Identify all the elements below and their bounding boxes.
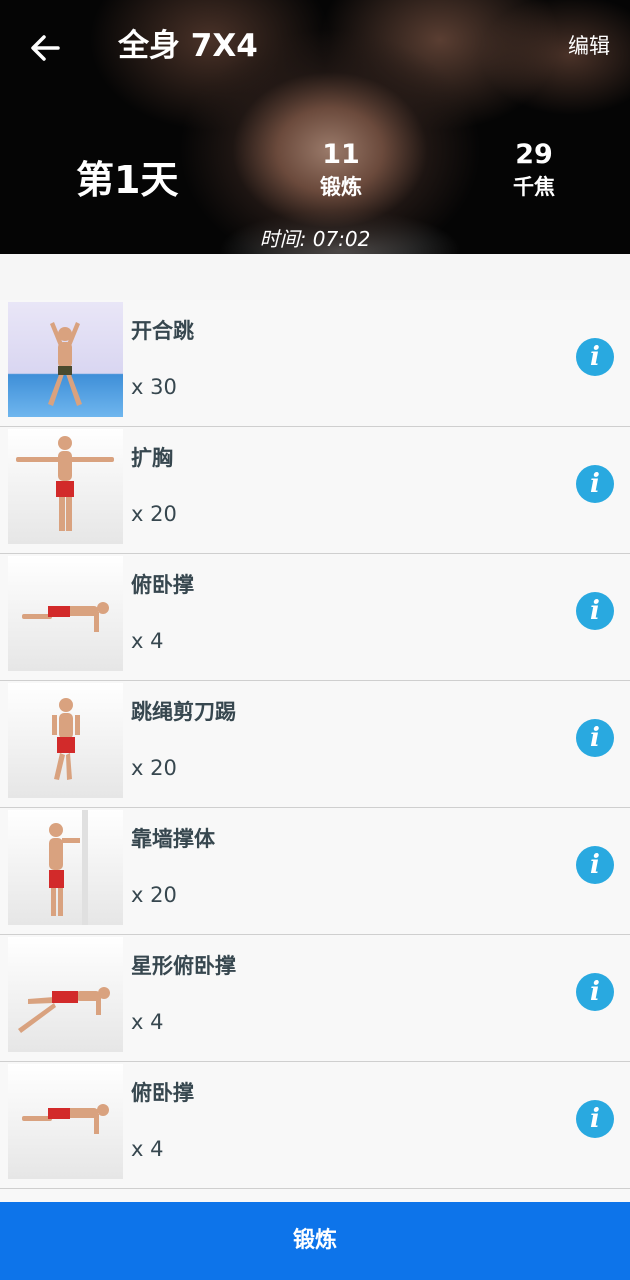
exercise-reps: x 20 (131, 883, 177, 907)
exercise-reps: x 4 (131, 629, 164, 653)
exercise-row[interactable]: 开合跳 x 30 i (0, 300, 630, 427)
exercise-name: 俯卧撑 (131, 573, 194, 597)
exercise-thumbnail (8, 810, 123, 925)
info-icon[interactable]: i (576, 719, 614, 757)
exercise-row[interactable]: 俯卧撑 x 4 i (0, 554, 630, 681)
calories-label: 千焦 (513, 175, 555, 199)
info-icon[interactable]: i (576, 846, 614, 884)
exercise-reps: x 4 (131, 1137, 164, 1161)
exercise-name: 星形俯卧撑 (131, 954, 236, 978)
exercise-thumbnail (8, 302, 123, 417)
exercise-name: 跳绳剪刀踢 (131, 700, 236, 724)
exercise-reps: x 20 (131, 756, 177, 780)
info-icon[interactable]: i (576, 1100, 614, 1138)
exercise-name: 开合跳 (131, 319, 194, 343)
exercise-thumbnail (8, 1064, 123, 1179)
exercise-thumbnail (8, 937, 123, 1052)
exercise-thumbnail (8, 683, 123, 798)
exercise-list: 开合跳 x 30 i 扩胸 x 20 i 俯卧撑 x 4 i 跳绳剪刀踢 x 2… (0, 300, 630, 1209)
exercise-name: 靠墙撑体 (131, 827, 215, 851)
exercise-reps: x 4 (131, 1010, 164, 1034)
exercise-row[interactable]: 跳绳剪刀踢 x 20 i (0, 681, 630, 808)
exercise-count-label: 锻炼 (320, 175, 362, 199)
exercise-count-value: 11 (322, 139, 360, 170)
info-icon[interactable]: i (576, 973, 614, 1011)
day-label: 第1天 (76, 158, 179, 202)
duration-label: 时间: 07:02 (259, 227, 371, 251)
exercise-reps: x 30 (131, 375, 177, 399)
exercise-row[interactable]: 靠墙撑体 x 20 i (0, 808, 630, 935)
exercise-name: 扩胸 (131, 446, 173, 470)
calories-value: 29 (515, 139, 553, 170)
arrow-left-icon (31, 35, 60, 61)
page-title: 全身 7X4 (118, 28, 258, 64)
exercise-name: 俯卧撑 (131, 1081, 194, 1105)
exercise-thumbnail (8, 556, 123, 671)
calories-stat: 29 千焦 (484, 138, 584, 202)
exercise-row[interactable]: 扩胸 x 20 i (0, 427, 630, 554)
exercise-reps: x 20 (131, 502, 177, 526)
edit-button[interactable]: 编辑 (568, 30, 610, 62)
info-icon[interactable]: i (576, 465, 614, 503)
info-icon[interactable]: i (576, 338, 614, 376)
back-button[interactable] (24, 26, 68, 70)
workout-header: 全身 7X4 编辑 第1天 11 锻炼 29 千焦 时间: 07:02 (0, 0, 630, 254)
exercise-thumbnail (8, 429, 123, 544)
exercise-row[interactable]: 星形俯卧撑 x 4 i (0, 935, 630, 1062)
start-workout-button[interactable]: 锻炼 (0, 1202, 630, 1280)
exercise-count-stat: 11 锻炼 (291, 138, 391, 202)
info-icon[interactable]: i (576, 592, 614, 630)
exercise-row[interactable]: 俯卧撑 x 4 i (0, 1062, 630, 1189)
